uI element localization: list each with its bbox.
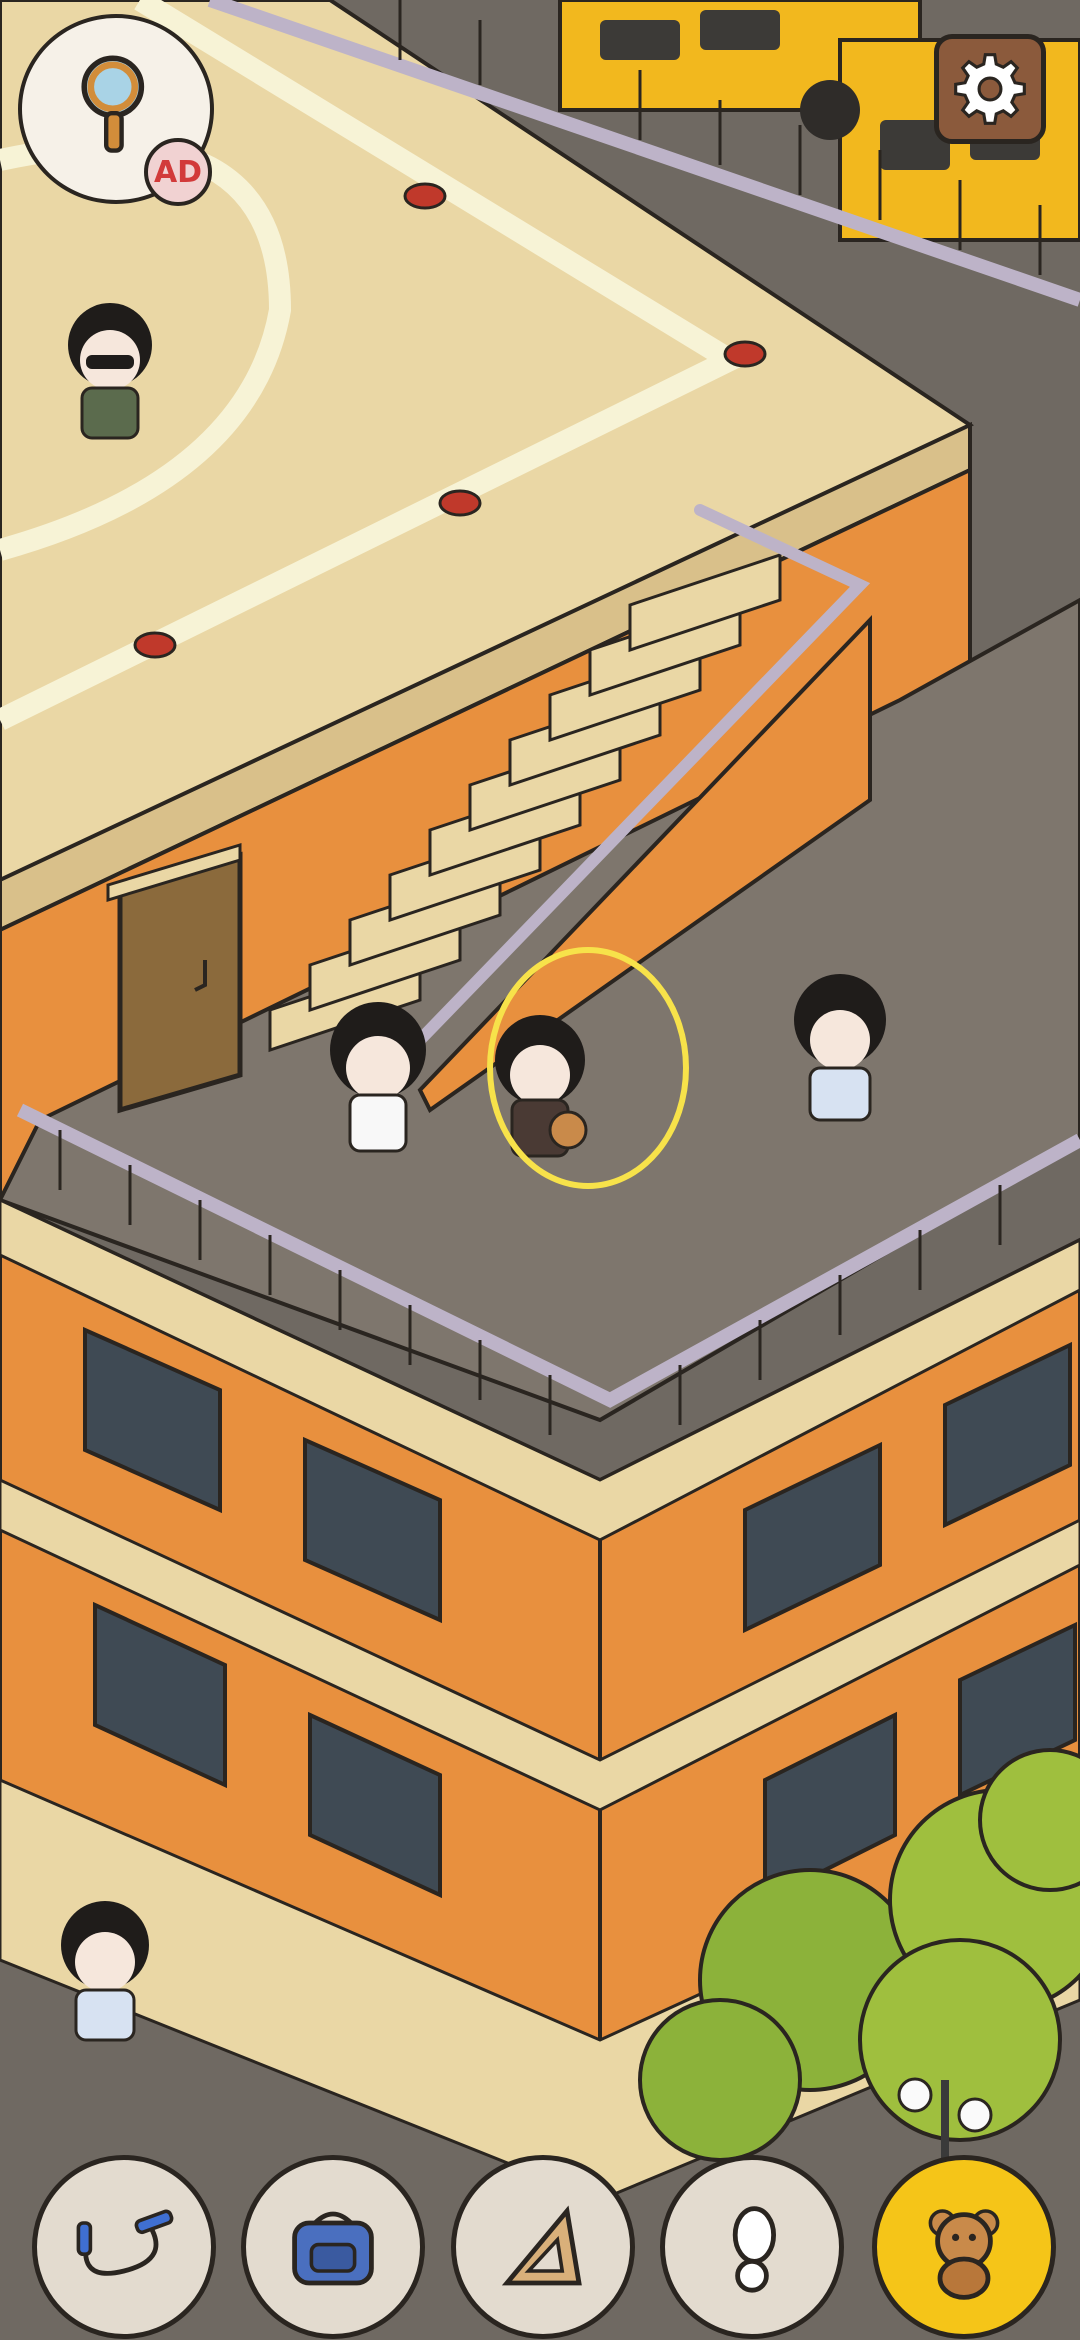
teddy-bear-icon bbox=[928, 2209, 1000, 2300]
character-aviator[interactable] bbox=[68, 303, 152, 440]
backpack-icon bbox=[292, 2211, 374, 2286]
tray-item-jump-rope[interactable] bbox=[32, 2155, 216, 2339]
ad-badge: AD bbox=[144, 138, 212, 206]
gear-icon bbox=[954, 53, 1026, 125]
shoe-print-icon bbox=[732, 2206, 776, 2293]
tray-item-teddy-bear[interactable] bbox=[872, 2155, 1056, 2339]
magnifier-icon bbox=[81, 55, 145, 153]
tray-item-shoe-print[interactable] bbox=[660, 2155, 844, 2339]
hint-button[interactable]: AD bbox=[18, 14, 214, 206]
tray-item-triangle-ruler[interactable] bbox=[451, 2155, 635, 2339]
door bbox=[106, 842, 243, 1114]
triangle-ruler-icon bbox=[501, 2205, 582, 2286]
game-scene[interactable] bbox=[0, 0, 1080, 2340]
tray-item-backpack[interactable] bbox=[241, 2155, 425, 2339]
jump-rope-icon bbox=[76, 2209, 174, 2276]
settings-button[interactable] bbox=[934, 34, 1046, 144]
